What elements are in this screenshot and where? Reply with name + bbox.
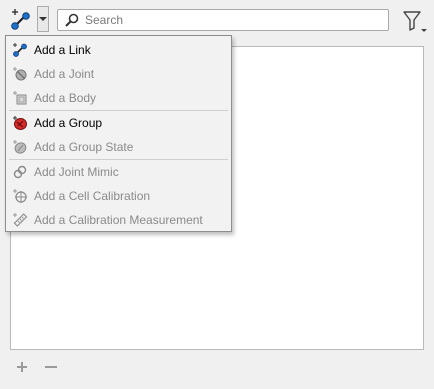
menu-item-label: Add a Joint (34, 67, 95, 81)
chevron-down-icon (39, 17, 47, 21)
menu-item-add-link[interactable]: Add a Link (6, 38, 231, 62)
joint-icon (12, 66, 28, 82)
body-icon (12, 90, 28, 106)
menu-item-label: Add a Calibration Measurement (34, 213, 203, 227)
cell-calibration-icon (12, 188, 28, 204)
menu-item-add-body[interactable]: Add a Body (6, 86, 231, 110)
joint-mimic-icon (12, 164, 28, 180)
search-input[interactable] (81, 11, 388, 29)
search-field[interactable] (57, 9, 389, 31)
add-object-button[interactable] (6, 6, 36, 34)
calibration-measurement-icon (12, 212, 28, 228)
group-icon (12, 115, 28, 131)
menu-item-label: Add a Body (34, 91, 97, 105)
filter-icon (403, 11, 427, 32)
group-state-icon (12, 139, 28, 155)
plus-icon (17, 362, 27, 372)
menu-item-add-cell-calibration[interactable]: Add a Cell Calibration (6, 184, 231, 208)
add-object-menu: Add a Link Add a Joint Add a Body Add a … (5, 35, 232, 232)
menu-item-add-group-state[interactable]: Add a Group State (6, 135, 231, 159)
menu-item-label: Add a Group State (34, 140, 134, 154)
filter-button[interactable] (400, 8, 430, 34)
add-dropdown-toggle[interactable] (37, 6, 49, 32)
menu-item-add-joint[interactable]: Add a Joint (6, 62, 231, 86)
search-icon (63, 11, 81, 29)
menu-item-label: Add a Link (34, 43, 91, 57)
menu-item-label: Add a Group (34, 116, 103, 130)
link-add-icon (11, 9, 30, 30)
menu-item-label: Add a Cell Calibration (34, 189, 151, 203)
menu-item-add-group[interactable]: Add a Group (6, 111, 231, 135)
objects-panel: Add a Link Add a Joint (0, 0, 434, 389)
minus-icon (45, 366, 57, 368)
menu-item-add-joint-mimic[interactable]: Add Joint Mimic (6, 160, 231, 184)
menu-item-add-calibration-measurement[interactable]: Add a Calibration Measurement (6, 208, 231, 232)
add-item-button[interactable] (15, 360, 29, 374)
menu-item-label: Add Joint Mimic (34, 165, 119, 179)
remove-item-button[interactable] (44, 360, 58, 374)
link-icon (12, 42, 28, 58)
